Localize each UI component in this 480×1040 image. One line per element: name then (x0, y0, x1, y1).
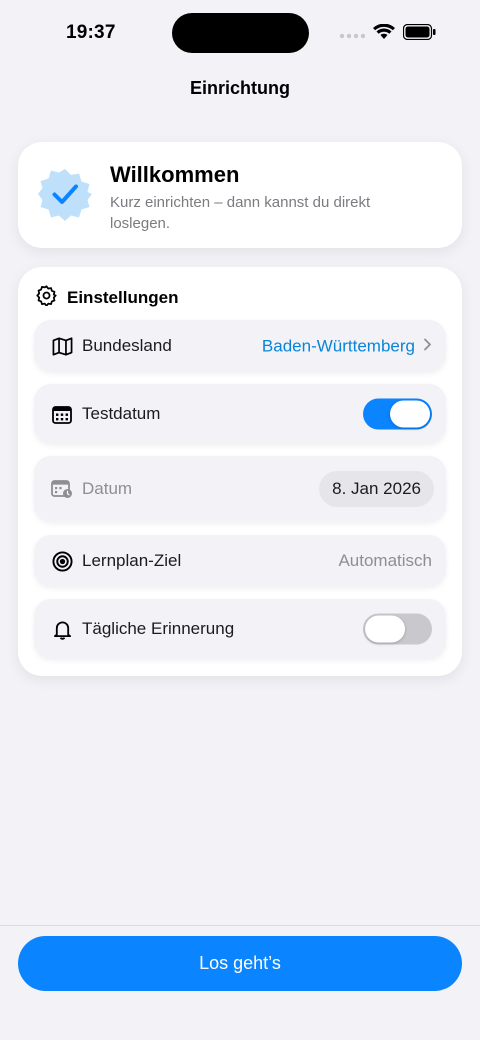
datum-label: Datum (82, 479, 133, 498)
erinnerung-toggle[interactable] (363, 613, 432, 645)
settings-header: Einstellungen (36, 285, 178, 311)
page-title: Einrichtung (190, 78, 290, 98)
welcome-card: Willkommen Kurz einrichten – dann kannst… (18, 142, 462, 248)
status-icons (339, 23, 436, 45)
bell-icon (51, 618, 73, 640)
erinnerung-label: Tägliche Erinnerung (82, 619, 235, 638)
date-picker-button[interactable]: 8. Jan 2026 (319, 471, 434, 507)
calendar-clock-icon (51, 478, 73, 500)
target-icon (51, 550, 73, 572)
verified-badge-icon (38, 167, 92, 221)
map-icon (51, 335, 73, 357)
lernplan-ziel-label: Lernplan-Ziel (82, 551, 182, 570)
lernplan-ziel-value: Automatisch (338, 551, 432, 570)
row-datum: Datum 8. Jan 2026 (34, 456, 446, 522)
row-bundesland[interactable]: Bundesland Baden-Württemberg (34, 320, 446, 372)
toggle-knob (365, 615, 405, 643)
row-testdatum: Testdatum (34, 384, 446, 444)
start-button[interactable]: Los geht’s (18, 936, 462, 991)
bundesland-value: Baden-Württemberg (261, 336, 415, 355)
battery-icon (402, 23, 436, 45)
bottom-bar: Los geht’s (0, 925, 480, 1040)
testdatum-label: Testdatum (82, 404, 161, 423)
status-time: 19:37 (66, 22, 116, 43)
welcome-title: Willkommen (110, 162, 240, 187)
signal-icon (339, 26, 366, 44)
gear-icon (36, 285, 57, 311)
welcome-subtitle: Kurz einrichten – dann kannst du direkt … (110, 194, 371, 232)
dynamic-island (172, 13, 309, 53)
bundesland-label: Bundesland (82, 336, 172, 355)
calendar-icon (51, 403, 73, 425)
settings-card: Einstellungen Bundesland Baden-Württembe… (18, 267, 462, 676)
chevron-right-icon (423, 336, 432, 357)
row-taegliche-erinnerung: Tägliche Erinnerung (34, 599, 446, 659)
row-lernplan-ziel[interactable]: Lernplan-Ziel Automatisch (34, 535, 446, 587)
settings-title: Einstellungen (67, 288, 179, 307)
status-bar: 19:37 (0, 0, 480, 70)
testdatum-toggle[interactable] (363, 398, 432, 430)
wifi-icon (373, 23, 395, 45)
toggle-knob (390, 400, 430, 428)
